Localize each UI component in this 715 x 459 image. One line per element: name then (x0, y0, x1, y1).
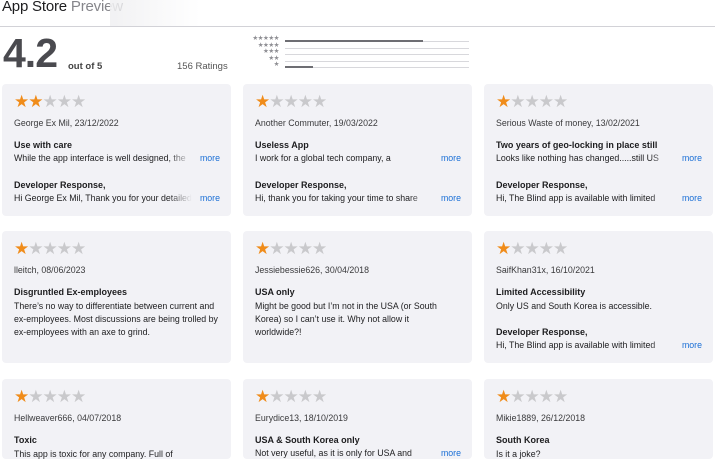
empty-stars-icon: ★★★★ (269, 387, 327, 406)
empty-stars-icon: ★★★★ (269, 239, 327, 258)
header-title: App Store Preview (2, 0, 123, 15)
review-author-date: Jessiebessie626, 30/04/2018 (255, 265, 369, 275)
star-rating: ★★★★★ (14, 239, 86, 258)
review-author-date: Eurydice13, 18/10/2019 (255, 413, 348, 423)
filled-stars-icon: ★★ (14, 92, 44, 111)
review-title: USA & South Korea only (255, 435, 360, 445)
star-rating: ★★★★★ (496, 92, 568, 111)
developer-response-body: Hi George Ex Mil, Thank you for your det… (14, 193, 192, 203)
app-store-header: App Store Preview (0, 0, 715, 27)
review-title: Use with care (14, 140, 73, 150)
filled-stars-icon: ★ (496, 239, 511, 258)
review-card: ★★★★★ Jessiebessie626, 30/04/2018 USA on… (243, 231, 472, 363)
empty-stars-icon: ★★★★ (510, 92, 568, 111)
review-card: ★★★★★ Mikie1889, 26/12/2018 South Korea … (484, 379, 713, 459)
empty-stars-icon: ★★★★ (28, 387, 86, 406)
filled-stars-icon: ★ (255, 239, 270, 258)
histogram-bar (285, 66, 313, 68)
star-rating: ★★★★★ (255, 92, 327, 111)
review-more-link[interactable]: more (441, 153, 461, 163)
developer-response-body: Hi, The Blind app is available with limi… (496, 340, 674, 350)
developer-response-body: Hi, thank you for taking your time to sh… (255, 193, 433, 203)
review-card: ★★★★★ Serious Waste of money, 13/02/2021… (484, 84, 713, 216)
developer-response-label: Developer Response, (14, 180, 106, 190)
review-card: ★★★★★ Another Commuter, 19/03/2022 Usele… (243, 84, 472, 216)
star-rating: ★★★★★ (14, 387, 86, 406)
review-title: Two years of geo-locking in place still (496, 140, 658, 150)
empty-stars-icon: ★★★★ (28, 239, 86, 258)
filled-stars-icon: ★ (14, 239, 29, 258)
developer-response-label: Developer Response, (496, 180, 588, 190)
review-more-link[interactable]: more (682, 153, 702, 163)
app-store-label: App Store (2, 0, 67, 15)
developer-response-label: Developer Response, (255, 180, 347, 190)
filled-stars-icon: ★ (496, 387, 511, 406)
developer-response-body: Hi, The Blind app is available with limi… (496, 193, 674, 203)
review-author-date: Another Commuter, 19/03/2022 (255, 118, 378, 128)
review-author-date: Hellweaver666, 04/07/2018 (14, 413, 122, 423)
review-title: Disgruntled Ex-employees (14, 287, 128, 297)
out-of-label: out of 5 (68, 61, 103, 72)
histogram-track (285, 47, 469, 49)
empty-stars-icon: ★★★ (42, 92, 86, 111)
review-body: I work for a global tech company, a (255, 153, 433, 163)
developer-response-more-link[interactable]: more (682, 340, 702, 350)
histogram-track (285, 60, 469, 62)
empty-stars-icon: ★★★★ (510, 239, 568, 258)
review-card: ★★★★★ George Ex Mil, 23/12/2022 Use with… (2, 84, 231, 216)
filled-stars-icon: ★ (255, 387, 270, 406)
star-rating: ★★★★★ (496, 239, 568, 258)
review-body: Is it a joke? (496, 449, 541, 459)
review-body: This app is toxic for any company. Full … (14, 449, 173, 459)
developer-response-label: Developer Response, (496, 327, 588, 337)
review-card: ★★★★★ Hellweaver666, 04/07/2018 Toxic Th… (2, 379, 231, 459)
review-author-date: Mikie1889, 26/12/2018 (496, 413, 586, 423)
review-more-link[interactable]: more (441, 448, 461, 458)
review-more-link[interactable]: more (200, 153, 220, 163)
star-rating: ★★★★★ (255, 387, 327, 406)
review-body: Might be good but I’m not in the USA (or… (255, 301, 437, 337)
ratings-summary: 4.2 out of 5 156 Ratings ★★★★★ ★★★★ ★★★ ★★ ★ (0, 28, 715, 78)
review-body: Looks like nothing has changed.....still… (496, 153, 674, 163)
review-author-date: George Ex Mil, 23/12/2022 (14, 118, 119, 128)
review-card: ★★★★★ lleitch, 08/06/2023 Disgruntled Ex… (2, 231, 231, 363)
histogram-row: ★ (240, 61, 472, 70)
histogram-track (285, 54, 469, 55)
review-body: There’s no way to differentiate between … (14, 301, 218, 337)
filled-stars-icon: ★ (14, 387, 29, 406)
review-author-date: SaifKhan31x, 16/10/2021 (496, 265, 595, 275)
review-author-date: lleitch, 08/06/2023 (14, 265, 86, 275)
review-title: Limited Accessibility (496, 287, 586, 297)
average-rating: 4.2 (3, 30, 58, 76)
developer-response-more-link[interactable]: more (682, 193, 702, 203)
star-rating: ★★★★★ (14, 92, 86, 111)
histogram-bar (285, 40, 423, 42)
review-body: Only US and South Korea is accessible. (496, 301, 652, 311)
review-author-date: Serious Waste of money, 13/02/2021 (496, 118, 640, 128)
review-title: Useless App (255, 140, 309, 150)
empty-stars-icon: ★★★★ (510, 387, 568, 406)
header-fade (110, 0, 200, 26)
review-title: South Korea (496, 435, 550, 445)
star-rating: ★★★★★ (496, 387, 568, 406)
review-card: ★★★★★ SaifKhan31x, 16/10/2021 Limited Ac… (484, 231, 713, 363)
empty-stars-icon: ★★★★ (269, 92, 327, 111)
filled-stars-icon: ★ (496, 92, 511, 111)
star-rating: ★★★★★ (255, 239, 327, 258)
review-title: USA only (255, 287, 295, 297)
developer-response-more-link[interactable]: more (441, 193, 461, 203)
ratings-count: 156 Ratings (177, 61, 228, 72)
review-body: While the app interface is well designed… (14, 153, 192, 163)
developer-response-more-link[interactable]: more (200, 193, 220, 203)
review-title: Toxic (14, 435, 37, 445)
filled-stars-icon: ★ (255, 92, 270, 111)
review-card: ★★★★★ Eurydice13, 18/10/2019 USA & South… (243, 379, 472, 459)
review-body: Not very useful, as it is only for USA a… (255, 448, 433, 458)
histogram-stars-icon: ★ (273, 61, 280, 68)
ratings-histogram: ★★★★★ ★★★★ ★★★ ★★ ★ (240, 35, 472, 71)
